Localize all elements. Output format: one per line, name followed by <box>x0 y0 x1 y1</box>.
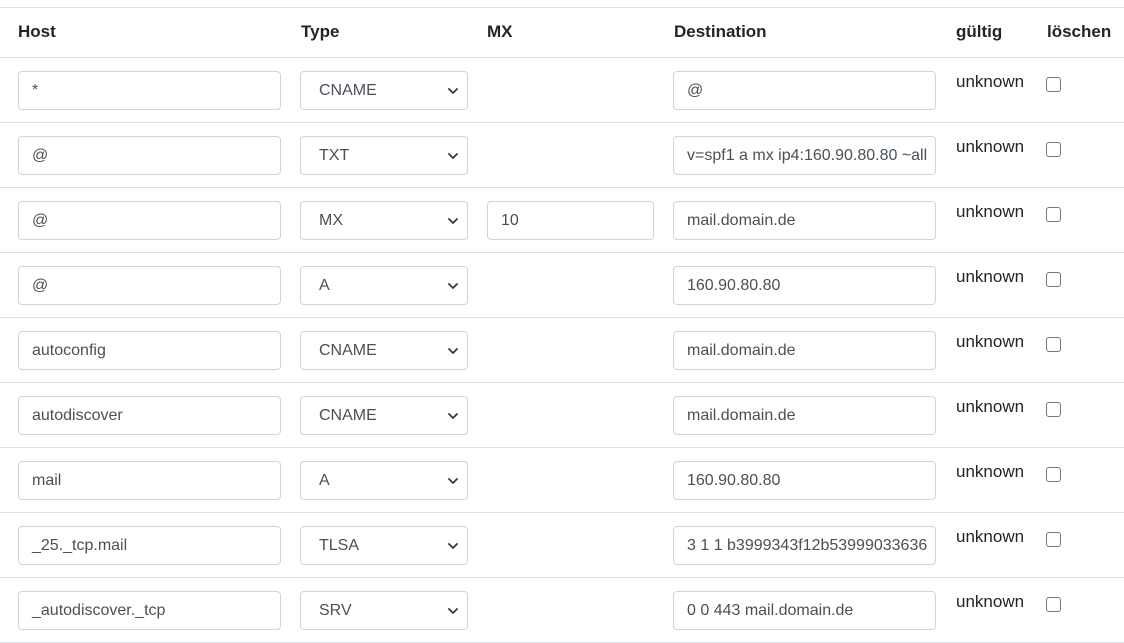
table-row: mail A 160.90.80.80 unknown <box>0 448 1124 513</box>
type-select[interactable]: MX <box>300 201 468 240</box>
dns-records-table: Host Type MX Destination gültig löschen … <box>0 0 1124 643</box>
type-select[interactable]: CNAME <box>300 331 468 370</box>
type-select[interactable]: CNAME <box>300 396 468 435</box>
table-header-row: Host Type MX Destination gültig löschen <box>0 7 1124 58</box>
type-select[interactable]: CNAME <box>300 71 468 110</box>
validity-status: unknown <box>956 397 1025 416</box>
validity-status: unknown <box>956 137 1025 156</box>
type-select-value: SRV <box>319 602 352 619</box>
type-select[interactable]: TXT <box>300 136 468 175</box>
host-input[interactable]: @ <box>18 201 281 240</box>
validity-status: unknown <box>956 202 1025 221</box>
type-select[interactable]: A <box>300 266 468 305</box>
destination-input[interactable]: 160.90.80.80 <box>673 266 936 305</box>
delete-checkbox[interactable] <box>1046 337 1061 352</box>
destination-input[interactable]: v=spf1 a mx ip4:160.90.80.80 ~all <box>673 136 936 175</box>
type-select-value: CNAME <box>319 407 377 424</box>
delete-checkbox[interactable] <box>1046 402 1061 417</box>
validity-status: unknown <box>956 72 1025 91</box>
type-select-value: TXT <box>319 147 350 164</box>
table-row: @ MX 10 mail.domain.de unknown <box>0 188 1124 253</box>
column-header-host: Host <box>18 22 56 41</box>
destination-input[interactable]: 3 1 1 b3999343f12b53999033636 <box>673 526 936 565</box>
host-input[interactable]: @ <box>18 136 281 175</box>
type-select[interactable]: SRV <box>300 591 468 630</box>
delete-checkbox[interactable] <box>1046 467 1061 482</box>
host-input[interactable]: @ <box>18 266 281 305</box>
chevron-down-icon <box>448 218 458 224</box>
chevron-down-icon <box>448 413 458 419</box>
type-select-value: MX <box>319 212 343 229</box>
chevron-down-icon <box>448 153 458 159</box>
mx-priority-input[interactable]: 10 <box>487 201 654 240</box>
table-row: autodiscover CNAME mail.domain.de unknown <box>0 383 1124 448</box>
delete-checkbox[interactable] <box>1046 142 1061 157</box>
chevron-down-icon <box>448 88 458 94</box>
validity-status: unknown <box>956 462 1025 481</box>
table-row: @ A 160.90.80.80 unknown <box>0 253 1124 318</box>
validity-status: unknown <box>956 592 1025 611</box>
chevron-down-icon <box>448 608 458 614</box>
column-header-type: Type <box>301 22 340 41</box>
table-row: * CNAME @ unknown <box>0 58 1124 123</box>
chevron-down-icon <box>448 283 458 289</box>
chevron-down-icon <box>448 543 458 549</box>
host-input[interactable]: * <box>18 71 281 110</box>
destination-input[interactable]: mail.domain.de <box>673 396 936 435</box>
table-row: _autodiscover._tcp SRV 0 0 443 mail.domain… <box>0 578 1124 643</box>
delete-checkbox[interactable] <box>1046 597 1061 612</box>
delete-checkbox[interactable] <box>1046 532 1061 547</box>
host-input[interactable]: mail <box>18 461 281 500</box>
destination-input[interactable]: mail.domain.de <box>673 201 936 240</box>
type-select-value: A <box>319 472 330 489</box>
column-header-destination: Destination <box>674 22 767 41</box>
host-input[interactable]: _25._tcp.mail <box>18 526 281 565</box>
validity-status: unknown <box>956 527 1025 546</box>
validity-status: unknown <box>956 332 1025 351</box>
destination-input[interactable]: @ <box>673 71 936 110</box>
column-header-valid: gültig <box>956 22 1003 41</box>
destination-input[interactable]: 0 0 443 mail.domain.de <box>673 591 936 630</box>
type-select-value: TLSA <box>319 537 360 554</box>
table-row: _25._tcp.mail TLSA 3 1 1 b3999343f12b53999… <box>0 513 1124 578</box>
destination-input[interactable]: mail.domain.de <box>673 331 936 370</box>
table-row: @ TXT v=spf1 a mx ip4:160.90.80.80 ~all unk… <box>0 123 1124 188</box>
destination-input[interactable]: 160.90.80.80 <box>673 461 936 500</box>
chevron-down-icon <box>448 348 458 354</box>
type-select-value: CNAME <box>319 342 377 359</box>
type-select-value: CNAME <box>319 82 377 99</box>
column-header-mx: MX <box>487 22 513 41</box>
delete-checkbox[interactable] <box>1046 272 1061 287</box>
delete-checkbox[interactable] <box>1046 77 1061 92</box>
delete-checkbox[interactable] <box>1046 207 1061 222</box>
host-input[interactable]: _autodiscover._tcp <box>18 591 281 630</box>
column-header-delete: löschen <box>1047 22 1112 41</box>
host-input[interactable]: autoconfig <box>18 331 281 370</box>
type-select[interactable]: TLSA <box>300 526 468 565</box>
host-input[interactable]: autodiscover <box>18 396 281 435</box>
type-select-value: A <box>319 277 330 294</box>
table-row: autoconfig CNAME mail.domain.de unknown <box>0 318 1124 383</box>
validity-status: unknown <box>956 267 1025 286</box>
chevron-down-icon <box>448 478 458 484</box>
type-select[interactable]: A <box>300 461 468 500</box>
